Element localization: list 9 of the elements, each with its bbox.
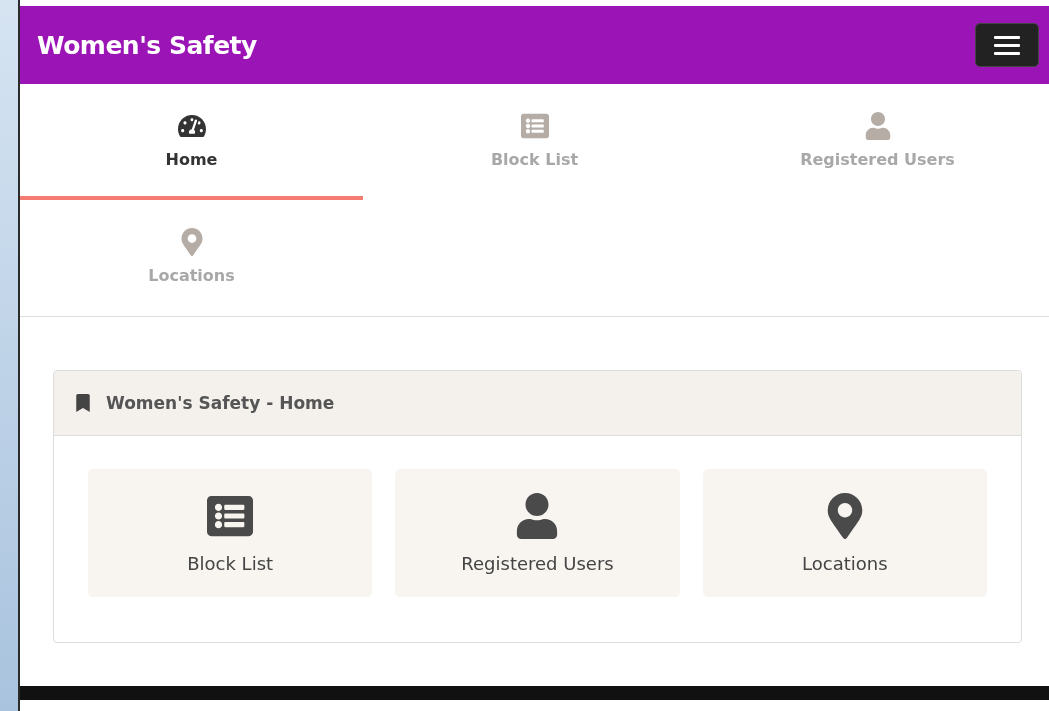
shortcut-tile[interactable]: Locations <box>702 469 987 597</box>
shortcut-tile[interactable]: Registered Users <box>395 469 680 597</box>
bookmark-icon <box>74 394 92 412</box>
user-icon <box>863 111 892 140</box>
panel-title: Women's Safety - Home <box>106 393 335 413</box>
list-icon <box>520 111 549 140</box>
shortcut-tile[interactable]: Block List <box>88 469 373 597</box>
app-title: Women's Safety <box>37 30 257 60</box>
menu-button[interactable] <box>975 23 1039 67</box>
